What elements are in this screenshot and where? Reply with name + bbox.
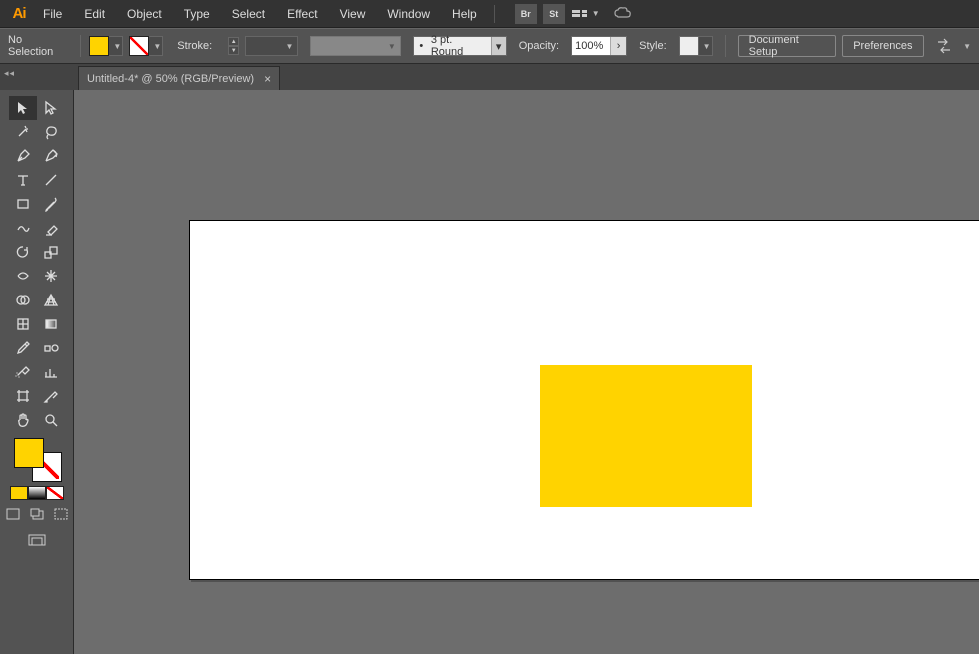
- rectangle-tool[interactable]: [9, 192, 37, 216]
- draw-normal-icon[interactable]: [4, 506, 22, 522]
- fill-stroke-color-control[interactable]: [12, 438, 62, 482]
- chevron-down-icon[interactable]: ▼: [109, 36, 123, 56]
- rotate-tool[interactable]: [9, 240, 37, 264]
- eraser-tool[interactable]: [37, 216, 65, 240]
- divider: [725, 35, 726, 57]
- chevron-down-icon[interactable]: ▼: [963, 42, 971, 51]
- column-graph-tool[interactable]: [37, 360, 65, 384]
- divider: [80, 35, 81, 57]
- magic-wand-tool[interactable]: [9, 120, 37, 144]
- shape-builder-tool[interactable]: [9, 288, 37, 312]
- chevron-down-icon[interactable]: ▾: [491, 37, 506, 55]
- stroke-color-icon: [129, 36, 149, 56]
- shaper-tool[interactable]: [9, 216, 37, 240]
- paintbrush-tool[interactable]: [37, 192, 65, 216]
- lasso-tool[interactable]: [37, 120, 65, 144]
- blend-tool[interactable]: [37, 336, 65, 360]
- brush-dot-icon: •: [414, 40, 429, 52]
- pen-tool[interactable]: [9, 144, 37, 168]
- stroke-swatch[interactable]: ▼: [129, 36, 163, 56]
- chevron-down-icon: ▼: [592, 9, 600, 18]
- toolbox: [0, 90, 74, 654]
- perspective-grid-tool[interactable]: [37, 288, 65, 312]
- collapse-panels-icon[interactable]: ◂◂: [4, 68, 15, 79]
- scale-tool[interactable]: [37, 240, 65, 264]
- document-tab-strip: ◂◂ Untitled-4* @ 50% (RGB/Preview) ×: [0, 64, 979, 90]
- mesh-tool[interactable]: [9, 312, 37, 336]
- app-logo: Ai: [6, 1, 32, 27]
- selection-tool[interactable]: [9, 96, 37, 120]
- stroke-weight-stepper[interactable]: ▲▼: [228, 37, 239, 55]
- menu-object[interactable]: Object: [116, 0, 173, 28]
- chevron-down-icon[interactable]: ▼: [699, 36, 713, 56]
- style-swatch-icon: [679, 36, 699, 56]
- opacity-field[interactable]: ›: [571, 36, 627, 56]
- color-mode-solid[interactable]: [10, 486, 28, 500]
- fill-color-swatch[interactable]: [14, 438, 44, 468]
- bridge-button[interactable]: Br: [515, 4, 537, 24]
- free-transform-tool[interactable]: [37, 264, 65, 288]
- stroke-label: Stroke:: [177, 40, 212, 52]
- zoom-tool[interactable]: [37, 408, 65, 432]
- stroke-weight-dropdown[interactable]: ▼: [245, 36, 298, 56]
- color-mode-none[interactable]: [46, 486, 64, 500]
- document-tab[interactable]: Untitled-4* @ 50% (RGB/Preview) ×: [78, 66, 280, 90]
- chevron-right-icon[interactable]: ›: [610, 37, 626, 55]
- selection-status: No Selection: [8, 34, 66, 58]
- brush-definition-dropdown[interactable]: • 3 pt. Round ▾: [413, 36, 507, 56]
- hand-tool[interactable]: [9, 408, 37, 432]
- rectangle-shape[interactable]: [540, 365, 752, 507]
- screen-mode-button[interactable]: [26, 532, 48, 550]
- control-bar: No Selection ▼ ▼ Stroke: ▲▼ ▼ ▼ • 3 pt. …: [0, 28, 979, 64]
- fill-color-icon: [89, 36, 109, 56]
- draw-inside-icon[interactable]: [52, 506, 70, 522]
- gradient-tool[interactable]: [37, 312, 65, 336]
- opacity-label: Opacity:: [519, 40, 559, 52]
- stock-button[interactable]: St: [543, 4, 565, 24]
- menu-effect[interactable]: Effect: [276, 0, 328, 28]
- document-tab-title: Untitled-4* @ 50% (RGB/Preview): [87, 73, 254, 85]
- slice-tool[interactable]: [37, 384, 65, 408]
- line-segment-tool[interactable]: [37, 168, 65, 192]
- menu-help[interactable]: Help: [441, 0, 488, 28]
- menu-type[interactable]: Type: [173, 0, 221, 28]
- opacity-input[interactable]: [572, 40, 610, 52]
- menu-edit[interactable]: Edit: [73, 0, 116, 28]
- canvas-area[interactable]: [74, 90, 979, 654]
- tool-grid: [9, 96, 65, 432]
- main-area: [0, 90, 979, 654]
- gpu-performance-icon[interactable]: [612, 4, 634, 24]
- arrange-documents-button[interactable]: ▼: [572, 9, 600, 18]
- menu-view[interactable]: View: [329, 0, 377, 28]
- curvature-tool[interactable]: [37, 144, 65, 168]
- draw-mode-row: [4, 506, 70, 522]
- menu-bar: Ai File Edit Object Type Select Effect V…: [0, 0, 979, 28]
- artboard-tool[interactable]: [9, 384, 37, 408]
- artboard[interactable]: [189, 220, 979, 580]
- chevron-down-icon[interactable]: ▼: [149, 36, 163, 56]
- menu-select[interactable]: Select: [221, 0, 276, 28]
- color-mode-row: [10, 486, 64, 500]
- eyedropper-tool[interactable]: [9, 336, 37, 360]
- direct-selection-tool[interactable]: [37, 96, 65, 120]
- document-setup-button[interactable]: Document Setup: [738, 35, 837, 57]
- brush-label: 3 pt. Round: [429, 34, 491, 58]
- graphic-style-swatch[interactable]: ▼: [679, 36, 713, 56]
- menu-window[interactable]: Window: [376, 0, 441, 28]
- color-mode-gradient[interactable]: [28, 486, 46, 500]
- variable-width-profile-dropdown[interactable]: ▼: [310, 36, 400, 56]
- recolor-artwork-icon[interactable]: [934, 35, 955, 57]
- type-tool[interactable]: [9, 168, 37, 192]
- style-label: Style:: [639, 40, 667, 52]
- close-tab-icon[interactable]: ×: [264, 72, 271, 86]
- width-tool[interactable]: [9, 264, 37, 288]
- divider: [494, 5, 506, 23]
- preferences-button[interactable]: Preferences: [842, 35, 923, 57]
- symbol-sprayer-tool[interactable]: [9, 360, 37, 384]
- menu-file[interactable]: File: [32, 0, 73, 28]
- draw-behind-icon[interactable]: [28, 506, 46, 522]
- fill-swatch[interactable]: ▼: [89, 36, 123, 56]
